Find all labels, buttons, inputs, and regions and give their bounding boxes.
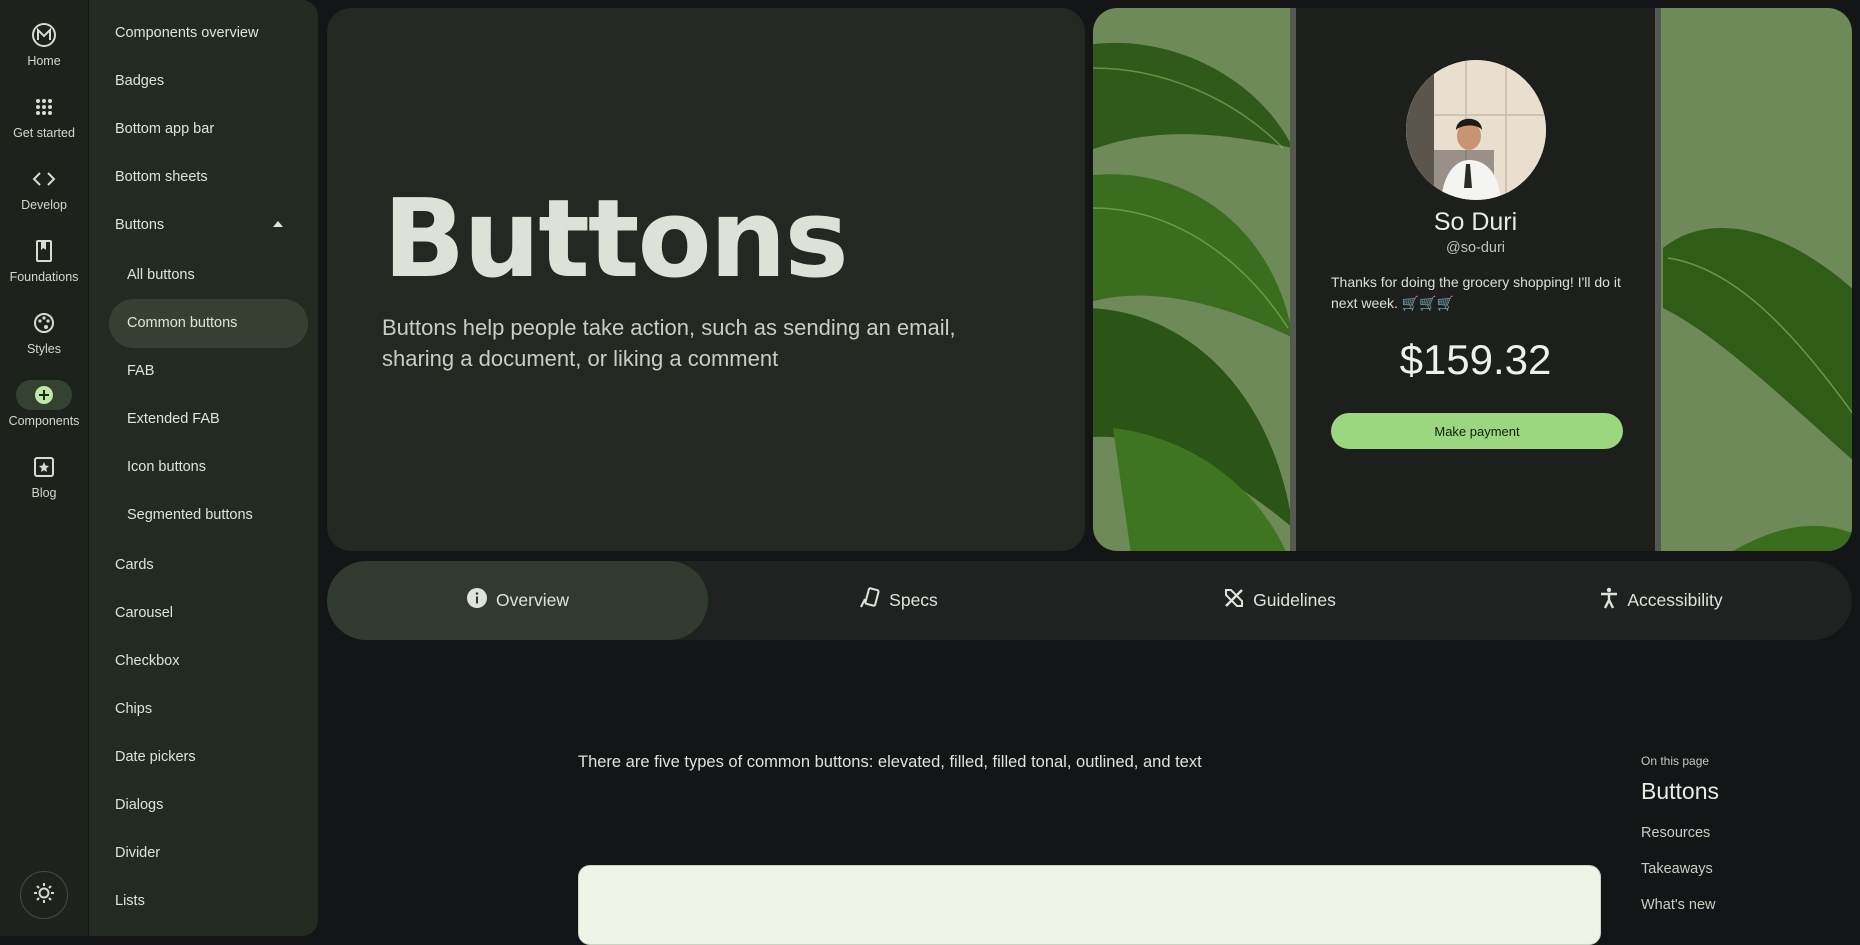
drawer-item-chips[interactable]: Chips: [115, 701, 152, 717]
drawer-item-bottom-app-bar[interactable]: Bottom app bar: [115, 121, 214, 137]
add-circle-icon: [16, 380, 72, 410]
palette-icon: [16, 308, 72, 338]
page-title: Buttons: [383, 177, 849, 302]
collapse-caret-icon[interactable]: [273, 221, 283, 227]
drawer-item-dialogs[interactable]: Dialogs: [115, 797, 163, 813]
code-icon: [16, 164, 72, 194]
tab-label: Overview: [496, 590, 569, 610]
tab-guidelines[interactable]: Guidelines: [1089, 561, 1470, 640]
tab-accessibility[interactable]: Accessibility: [1470, 561, 1852, 640]
toc-link-takeaways[interactable]: Takeaways: [1641, 861, 1713, 877]
drawer-item-common-buttons[interactable]: Common buttons: [127, 315, 237, 331]
hero-image-card: So Duri @so-duri Thanks for doing the gr…: [1093, 8, 1852, 551]
toc-link-whats-new[interactable]: What's new: [1641, 897, 1716, 913]
apps-grid-icon: [16, 92, 72, 122]
drawer-item-segmented-buttons[interactable]: Segmented buttons: [127, 507, 253, 523]
hero-card: Buttons Buttons help people take action,…: [327, 8, 1085, 551]
payment-amount: $159.32: [1399, 336, 1552, 383]
rail-item-get-started[interactable]: Get started: [0, 92, 88, 140]
book-icon: [16, 236, 72, 266]
rail-item-components[interactable]: Components: [0, 380, 88, 428]
toc-title[interactable]: Buttons: [1641, 778, 1719, 805]
tab-bar: Overview Specs Guidelines Accessibility: [327, 561, 1852, 640]
info-icon: [466, 587, 488, 614]
drawer-item-icon-buttons[interactable]: Icon buttons: [127, 459, 206, 475]
profile-name: So Duri: [1433, 208, 1518, 236]
brightness-icon: [33, 882, 55, 909]
navigation-rail: Home Get started Develop Foundations Sty…: [0, 0, 88, 936]
profile-handle: @so-duri: [1445, 240, 1506, 256]
toc-link-resources[interactable]: Resources: [1641, 825, 1710, 841]
ruler-phone-icon: [859, 587, 881, 614]
make-payment-button[interactable]: Make payment: [1331, 413, 1623, 449]
intro-text: There are five types of common buttons: …: [578, 753, 1202, 771]
tab-label: Accessibility: [1627, 590, 1723, 610]
drawer-item-carousel[interactable]: Carousel: [115, 605, 173, 621]
material-logo-icon: [16, 20, 72, 50]
components-drawer: Components overview Badges Bottom app ba…: [89, 0, 318, 936]
drawer-item-cards[interactable]: Cards: [115, 557, 154, 573]
drawer-item-fab[interactable]: FAB: [127, 363, 154, 379]
drawer-item-badges[interactable]: Badges: [115, 73, 164, 89]
profile-message: Thanks for doing the grocery shopping! I…: [1331, 274, 1621, 311]
star-document-icon: [16, 452, 72, 482]
phone-mockup: So Duri @so-duri Thanks for doing the gr…: [1290, 8, 1661, 551]
accessibility-icon: [1599, 587, 1619, 614]
drawer-item-extended-fab[interactable]: Extended FAB: [127, 411, 220, 427]
tab-overview[interactable]: Overview: [327, 561, 708, 640]
rail-item-foundations[interactable]: Foundations: [0, 236, 88, 284]
rail-item-develop[interactable]: Develop: [0, 164, 88, 212]
drawer-item-divider[interactable]: Divider: [115, 845, 160, 861]
page-description: Buttons help people take action, such as…: [382, 315, 956, 371]
rail-item-home[interactable]: Home: [0, 20, 88, 68]
drawer-item-bottom-sheets[interactable]: Bottom sheets: [115, 169, 208, 185]
rail-item-styles[interactable]: Styles: [0, 308, 88, 356]
tab-label: Specs: [889, 590, 938, 610]
avatar: [1406, 60, 1546, 200]
tab-specs[interactable]: Specs: [708, 561, 1089, 640]
toc-label: On this page: [1641, 754, 1710, 768]
buttons-demo-panel: [578, 865, 1601, 945]
drawer-item-date-pickers[interactable]: Date pickers: [115, 749, 196, 765]
rail-item-blog[interactable]: Blog: [0, 452, 88, 500]
drawer-item-lists[interactable]: Lists: [115, 893, 145, 909]
drawer-item-checkbox[interactable]: Checkbox: [115, 653, 179, 669]
tab-label: Guidelines: [1253, 590, 1336, 610]
design-tools-icon: [1223, 587, 1245, 614]
theme-toggle-button[interactable]: [20, 871, 68, 919]
drawer-item-components-overview[interactable]: Components overview: [115, 25, 258, 41]
drawer-item-buttons[interactable]: Buttons: [115, 217, 164, 233]
drawer-item-all-buttons[interactable]: All buttons: [127, 267, 195, 283]
